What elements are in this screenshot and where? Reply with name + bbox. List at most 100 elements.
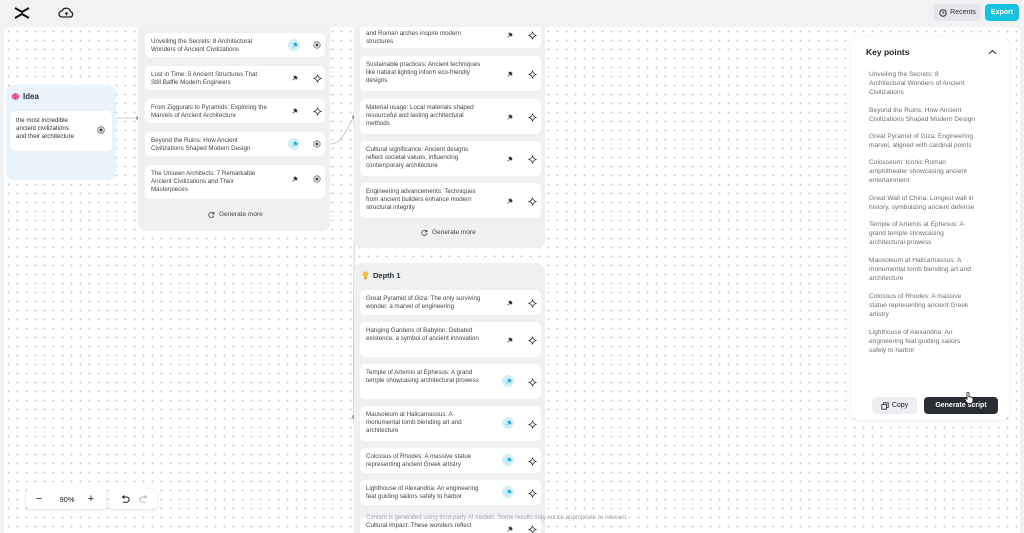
key-point-item: Mausoleum at Halicarnassus: Amonumental … — [869, 257, 971, 282]
idea-card[interactable]: the most incredible ancient civilization… — [10, 111, 112, 151]
pin-icon[interactable] — [502, 417, 514, 429]
sparkle-icon[interactable] — [527, 154, 537, 164]
item-text: and Roman arches inspire modern — [366, 30, 461, 37]
idea-header: Idea — [11, 92, 39, 101]
sparkle-icon[interactable] — [312, 73, 322, 83]
sparkle-icon[interactable] — [527, 30, 537, 40]
sparkle-icon[interactable] — [527, 488, 537, 498]
ai-disclaimer: Content is generated using third-party A… — [366, 515, 628, 521]
item-text: architecture — [366, 427, 399, 434]
depth-header: Depth 1 — [362, 271, 401, 280]
pin-icon[interactable] — [503, 297, 515, 309]
sparkle-icon[interactable] — [527, 112, 537, 122]
zoom-in-button[interactable]: + — [84, 492, 98, 506]
pin-icon[interactable] — [503, 195, 515, 207]
hand-cursor-icon — [964, 392, 974, 404]
recents-button[interactable]: Recents — [934, 4, 981, 21]
idea-text-line: the most incredible — [16, 117, 68, 124]
depth-item[interactable]: Colossus of Rhodes: A massive statue repr… — [360, 448, 541, 473]
sparkle-icon[interactable] — [527, 377, 537, 387]
pin-icon[interactable] — [288, 173, 300, 185]
recents-label: Recents — [950, 9, 976, 16]
undo-icon[interactable] — [119, 493, 131, 505]
insight-item[interactable]: and Roman arches inspire modern structure… — [360, 27, 541, 48]
item-text: methods — [366, 120, 390, 127]
generate-more-label: Generate more — [219, 211, 263, 218]
depth-panel: Depth 1 Great Pyramid of Giza: The only … — [354, 263, 545, 533]
insight-item[interactable]: Cultural significance: Ancient designs re… — [360, 141, 541, 176]
title-item[interactable]: From Ziggurats to Pyramids: Exploring th… — [145, 99, 325, 123]
title-item[interactable]: The Unseen Architects: 7 Remarkable Ancie… — [145, 165, 325, 199]
depth-item[interactable]: Temple of Artemis at Ephesus: A grand tem… — [360, 364, 541, 399]
copy-icon — [881, 401, 889, 410]
zoom-level: 90% — [59, 495, 75, 504]
zoom-out-button[interactable]: − — [32, 492, 46, 506]
item-text: from ancient builders enhance modern — [366, 196, 472, 203]
depth-item[interactable]: Great Pyramid of Giza: The only survivin… — [360, 290, 541, 315]
generate-more-button[interactable]: Generate more — [421, 229, 476, 236]
radio-dot-icon[interactable] — [312, 139, 322, 149]
idea-node[interactable]: Idea the most incredible ancient civiliz… — [6, 85, 116, 180]
mindmap-canvas[interactable]: Idea the most incredible ancient civiliz… — [4, 27, 1020, 533]
item-text: Cultural impact: These wonders reflect — [366, 522, 472, 529]
pin-icon[interactable] — [288, 138, 300, 150]
pin-icon[interactable] — [502, 486, 514, 498]
depth-title: Depth 1 — [373, 271, 401, 280]
cloud-icon[interactable] — [58, 6, 75, 20]
sparkle-icon[interactable] — [527, 196, 537, 206]
item-text: temple showcasing architectural prowess — [366, 377, 479, 384]
item-text: From Ziggurats to Pyramids: Exploring th… — [151, 104, 267, 111]
redo-icon[interactable] — [138, 493, 150, 505]
radio-dot-icon[interactable] — [312, 174, 322, 184]
sparkle-icon[interactable] — [527, 419, 537, 429]
item-text: Mausoleum at Halicarnassus: A — [366, 411, 453, 418]
generate-script-button[interactable]: Generate script — [924, 397, 998, 414]
radio-dot-icon[interactable] — [97, 126, 105, 134]
generate-more-button[interactable]: Generate more — [208, 211, 263, 218]
insight-item[interactable]: Material usage: Local materials shaped re… — [360, 99, 541, 134]
sparkle-icon[interactable] — [527, 456, 537, 466]
depth-item[interactable]: Lighthouse of Alexandria: An engineering… — [360, 480, 541, 505]
clock-icon — [939, 8, 947, 17]
item-text: monumental tomb blending art and — [366, 419, 462, 426]
copy-button[interactable]: Copy — [872, 397, 917, 414]
pin-icon[interactable] — [288, 72, 300, 84]
item-text: representing ancient Greek artistry — [366, 461, 461, 468]
sparkle-icon[interactable] — [527, 69, 537, 79]
radio-dot-icon[interactable] — [312, 40, 322, 50]
pin-icon[interactable] — [503, 68, 515, 80]
sparkle-icon[interactable] — [312, 106, 322, 116]
insight-item[interactable]: Sustainable practices: Ancient technique… — [360, 56, 541, 91]
item-text: Colossus of Rhodes: A massive statue — [366, 453, 472, 460]
export-button[interactable]: Export — [985, 4, 1019, 21]
item-text: structures — [366, 38, 394, 45]
sparkle-icon[interactable] — [527, 524, 537, 533]
title-item[interactable]: Beyond the Ruins: How Ancient Civilizatio… — [145, 132, 325, 156]
pin-icon[interactable] — [503, 523, 515, 533]
pin-icon[interactable] — [503, 153, 515, 165]
title-item[interactable]: Unveiling the Secrets: 8 Architectural Wo… — [145, 33, 325, 57]
item-text: Temple of Artemis at Ephesus: A grand — [366, 369, 473, 376]
pin-icon[interactable] — [503, 29, 515, 41]
depth-item[interactable]: Mausoleum at Halicarnassus: Amonumental … — [360, 406, 541, 441]
pin-icon[interactable] — [288, 39, 300, 51]
item-text: Lost in Time: 5 Ancient Structures That — [151, 71, 258, 78]
sparkle-icon[interactable] — [527, 335, 537, 345]
item-text: designs — [366, 77, 388, 84]
idea-text-line: ancient civilizations — [16, 125, 69, 132]
depth-item[interactable]: Hanging Gardens of Babylon: Debated exist… — [360, 322, 541, 357]
key-point-item: Colossus of Rhodes: A massive statue repr… — [869, 293, 969, 318]
capcut-logo-icon[interactable] — [14, 6, 30, 20]
insight-item[interactable]: Engineering advancements: Techniques from… — [360, 183, 541, 218]
pin-icon[interactable] — [503, 334, 515, 346]
pin-icon[interactable] — [502, 375, 514, 387]
title-item[interactable]: Lost in Time: 5 Ancient Structures That S… — [145, 66, 325, 90]
pin-icon[interactable] — [288, 105, 300, 117]
pin-icon[interactable] — [502, 454, 514, 466]
key-point-item: Lighthouse of Alexandria: An engineering … — [869, 329, 961, 354]
pin-icon[interactable] — [503, 111, 515, 123]
item-text: Cultural significance: Ancient designs — [366, 146, 469, 153]
chevron-up-icon[interactable] — [988, 49, 997, 55]
key-points-panel: Key points Unveiling the Secrets: 8 Archi… — [851, 37, 1009, 420]
sparkle-icon[interactable] — [527, 298, 537, 308]
